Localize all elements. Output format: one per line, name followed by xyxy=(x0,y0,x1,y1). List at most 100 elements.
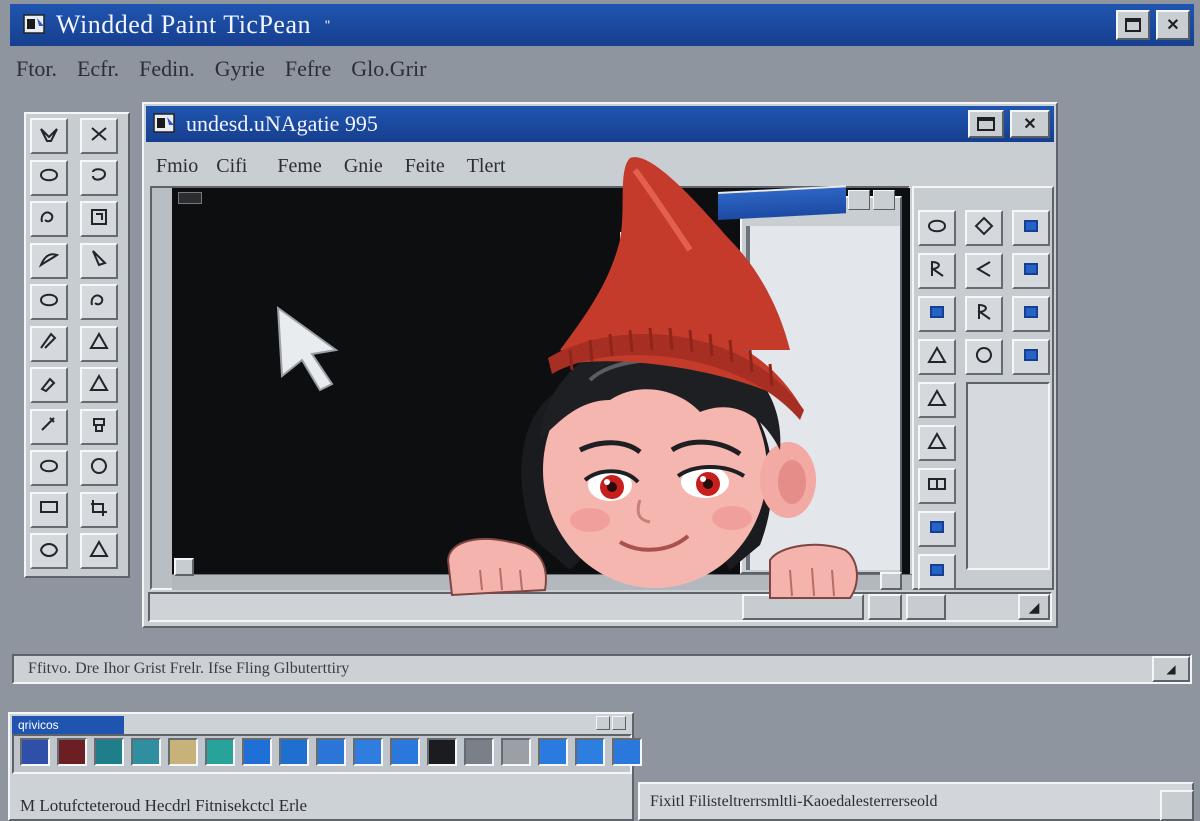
outer-menu-item[interactable]: Ecfr. xyxy=(77,56,119,82)
gnome-girl-illustration xyxy=(446,157,858,599)
smudge-tool[interactable] xyxy=(80,242,118,279)
outer-menu-item[interactable]: Ftor. xyxy=(16,56,57,82)
fill-tool[interactable] xyxy=(80,159,118,196)
eraser-tool[interactable] xyxy=(80,118,118,154)
color-swatch[interactable] xyxy=(538,738,568,766)
lasso-tool[interactable] xyxy=(30,159,68,196)
color-swatch[interactable] xyxy=(94,738,124,766)
color-swatch[interactable] xyxy=(612,738,642,766)
diamond-icon xyxy=(972,215,996,242)
rectangle-tool[interactable] xyxy=(30,491,68,528)
color-swatch[interactable] xyxy=(205,738,235,766)
color-swatch[interactable] xyxy=(131,738,161,766)
color-swatch[interactable] xyxy=(501,738,531,766)
triangle-tool[interactable] xyxy=(918,425,956,461)
triangle-tool[interactable] xyxy=(80,367,118,403)
inner-title-bar[interactable]: undesd.uNAgatie 995 ✕ xyxy=(146,106,1054,142)
ellipse-tool[interactable] xyxy=(30,284,68,320)
triangle-tool[interactable] xyxy=(918,339,956,375)
maximize-button[interactable] xyxy=(1116,10,1150,40)
outer-menu-item[interactable]: Glo.Grir xyxy=(351,56,426,82)
blue-chip-tool[interactable] xyxy=(918,511,956,547)
pen-tool[interactable] xyxy=(30,325,68,362)
outer-menu-item[interactable]: Fefre xyxy=(285,56,331,82)
split-rect-tool[interactable] xyxy=(918,468,956,504)
triangle-tool[interactable] xyxy=(80,325,118,362)
color-swatch[interactable] xyxy=(168,738,198,766)
title-mark: " xyxy=(325,17,330,33)
select-icon xyxy=(37,123,61,150)
color-swatch[interactable] xyxy=(242,738,272,766)
palette-title-bar[interactable]: qrivicos xyxy=(12,716,124,734)
size-grip[interactable]: ◢ xyxy=(1018,594,1050,620)
maximize-icon xyxy=(1125,18,1141,32)
blue-fill-tool[interactable] xyxy=(1012,253,1050,289)
curve-tool[interactable] xyxy=(30,201,68,237)
triangle-tool[interactable] xyxy=(918,382,956,418)
color-swatch[interactable] xyxy=(575,738,605,766)
close-icon: ✕ xyxy=(1023,116,1037,133)
crop-tool[interactable] xyxy=(80,491,118,528)
close-button[interactable]: ✕ xyxy=(1156,10,1190,40)
color-swatch[interactable] xyxy=(316,738,346,766)
oval-tool[interactable] xyxy=(30,450,68,486)
blue-chip-tool[interactable] xyxy=(918,554,956,590)
inner-menu-item[interactable]: Feme xyxy=(277,155,321,178)
status-size-grip[interactable]: ◢ xyxy=(1152,656,1190,682)
palette-close-button[interactable] xyxy=(612,716,626,730)
inner-menu-item[interactable]: Fmio xyxy=(156,155,198,178)
palette-footer-text: M Lotufcteteroud Hecdrl Fitnisekctcl Erl… xyxy=(20,795,308,815)
inner-menu-item[interactable]: Gnie xyxy=(344,155,383,178)
blue-fill-tool[interactable] xyxy=(1012,296,1050,332)
bottom-right-window: Fixitl Filisteltrerrsmltli-Kaoedalesterr… xyxy=(638,782,1194,821)
left-tool-panel xyxy=(24,112,130,578)
rounded-shape-tool[interactable] xyxy=(30,533,68,569)
color-swatch[interactable] xyxy=(279,738,309,766)
color-swatch[interactable] xyxy=(20,738,50,766)
outer-menu-item[interactable]: Fedin. xyxy=(139,56,195,82)
color-swatch[interactable] xyxy=(57,738,87,766)
r-curve-icon xyxy=(972,301,996,328)
circle-tool[interactable] xyxy=(965,339,1003,375)
stamp-tool[interactable] xyxy=(80,408,118,445)
frame-tool[interactable] xyxy=(80,201,118,237)
triangle-tool[interactable] xyxy=(80,533,118,569)
select-tool[interactable] xyxy=(30,118,68,154)
inner-maximize-button[interactable] xyxy=(968,110,1004,138)
inner-status-cell xyxy=(906,594,946,620)
scroll-right-button[interactable] xyxy=(880,572,902,590)
brush-tool[interactable] xyxy=(30,242,68,279)
picker-tool[interactable] xyxy=(30,367,68,403)
blue-fill-icon xyxy=(1019,258,1043,285)
blue-fill-tool[interactable] xyxy=(1012,210,1050,246)
diamond-tool[interactable] xyxy=(965,210,1003,246)
back-window-button[interactable] xyxy=(873,190,895,210)
inner-app-icon xyxy=(152,111,178,137)
color-swatch[interactable] xyxy=(427,738,457,766)
inner-menu-item[interactable]: Feite xyxy=(405,155,445,178)
loop-tool[interactable] xyxy=(80,284,118,320)
inner-close-button[interactable]: ✕ xyxy=(1010,110,1050,138)
circle-tool[interactable] xyxy=(80,450,118,486)
ellipse-tool[interactable] xyxy=(918,210,956,246)
angle-tool[interactable] xyxy=(965,253,1003,289)
color-swatch[interactable] xyxy=(353,738,383,766)
outer-title-bar[interactable]: Windded Paint TicPean " ✕ xyxy=(10,4,1194,46)
palette-button[interactable] xyxy=(596,716,610,730)
r-curve-tool[interactable] xyxy=(965,296,1003,332)
blue-fill-icon xyxy=(1019,344,1043,371)
inner-menu-item[interactable]: Cifi xyxy=(216,155,247,178)
color-swatch[interactable] xyxy=(464,738,494,766)
palette-swatches xyxy=(20,738,642,766)
r-curve-tool[interactable] xyxy=(918,253,956,289)
blue-fill-tool[interactable] xyxy=(1012,339,1050,375)
outer-window-controls: ✕ xyxy=(1116,10,1190,40)
bottom-right-scroll[interactable] xyxy=(1160,790,1194,821)
canvas-corner-handle[interactable] xyxy=(178,192,202,204)
pencil-tool[interactable] xyxy=(30,408,68,445)
outer-menu-item[interactable]: Gyrie xyxy=(215,56,265,82)
color-swatch[interactable] xyxy=(390,738,420,766)
blue-card-tool[interactable] xyxy=(918,296,956,332)
scroll-left-button[interactable] xyxy=(174,558,194,576)
status-text: Ffitvo. Dre Ihor Grist Frelr. Ifse Fling… xyxy=(28,660,350,677)
